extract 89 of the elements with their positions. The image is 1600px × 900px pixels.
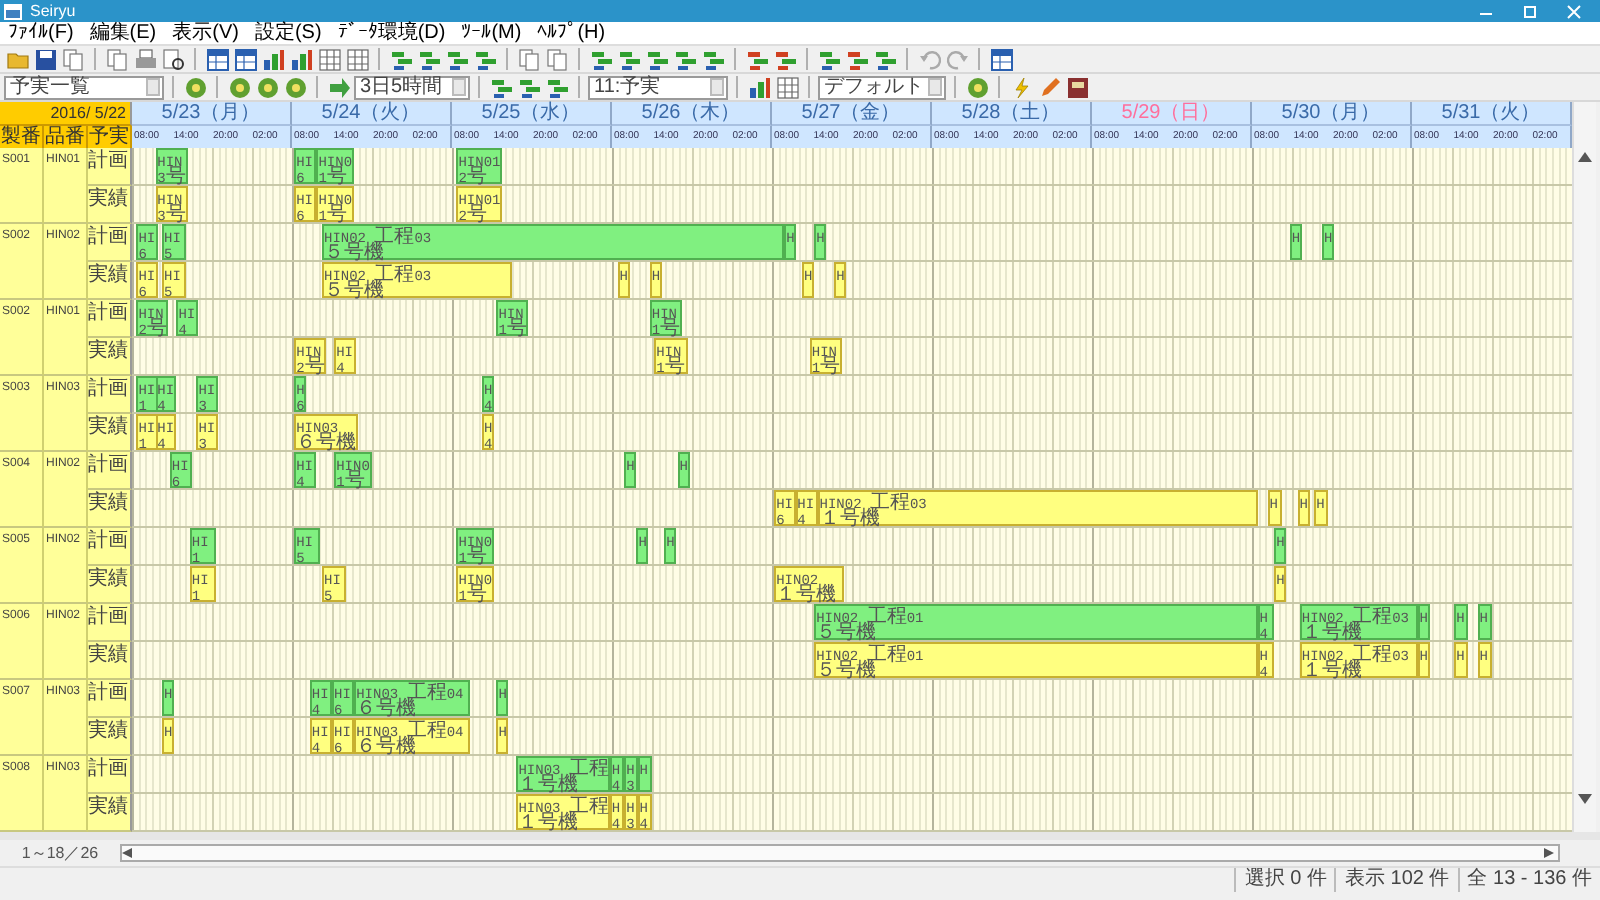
row-type-label: 計画 [88, 148, 132, 186]
book-icon[interactable] [1064, 74, 1090, 100]
gantt-icon[interactable] [544, 74, 570, 100]
bar-chart-icon[interactable] [288, 46, 314, 72]
column-header[interactable]: 予実 [88, 126, 132, 148]
gantt-icon[interactable] [444, 46, 470, 72]
disc-icon[interactable] [964, 74, 990, 100]
table-icon[interactable] [204, 46, 230, 72]
dropdown[interactable]: 予実一覧 [4, 75, 164, 99]
scroll-up-icon[interactable] [1578, 152, 1592, 163]
grid-icon[interactable] [774, 74, 800, 100]
date-header: 5/25（水） [452, 102, 612, 126]
date-header: 5/29（日） [1092, 102, 1252, 126]
gantt-icon[interactable] [772, 46, 798, 72]
gantt-icon[interactable] [588, 46, 614, 72]
arrow-icon[interactable] [326, 74, 352, 100]
dropdown[interactable]: デフォルト [818, 75, 946, 99]
date-header: 5/28（土） [932, 102, 1092, 126]
scroll-left-icon[interactable] [122, 848, 136, 858]
bar-chart-icon[interactable] [746, 74, 772, 100]
row-type-label: 計画 [88, 224, 132, 262]
date-header: 5/23（月） [132, 102, 292, 126]
disc-icon[interactable] [282, 74, 308, 100]
menu-item[interactable]: ﾌｧｲﾙ(F) [0, 22, 82, 44]
row-type-label: 計画 [88, 376, 132, 414]
gantt-icon[interactable] [816, 46, 842, 72]
row-type-label: 計画 [88, 452, 132, 490]
bar-chart-icon[interactable] [260, 46, 286, 72]
row-type-label: 実績 [88, 642, 132, 680]
menu-item[interactable]: ﾍﾙﾌﾟ(H) [529, 22, 614, 44]
row-type-label: 計画 [88, 528, 132, 566]
date-header: 5/27（金） [772, 102, 932, 126]
dropdown[interactable]: 3日5時間 [354, 75, 470, 99]
gantt-icon[interactable] [844, 46, 870, 72]
row-type-label: 実績 [88, 490, 132, 528]
grid-icon[interactable] [316, 46, 342, 72]
status-text: 表示 102 件 [1334, 868, 1458, 892]
gantt-icon[interactable] [616, 46, 642, 72]
row-type-label: 実績 [88, 566, 132, 604]
date-header: 5/31（火） [1412, 102, 1572, 126]
menu-item[interactable]: 編集(E) [81, 22, 165, 44]
vertical-scrollbar[interactable] [1572, 102, 1596, 832]
column-header[interactable]: 製番 [0, 126, 44, 148]
menu-item[interactable]: 設定(S) [246, 22, 330, 44]
gantt-icon[interactable] [700, 46, 726, 72]
table-icon[interactable] [232, 46, 258, 72]
date-header: 5/26（木） [612, 102, 772, 126]
record-range: 1～18／26 [19, 842, 101, 866]
status-text: 選択 0 件 [1234, 868, 1335, 892]
dropdown[interactable]: 11:予実 [588, 75, 728, 99]
row-type-label: 計画 [88, 756, 132, 794]
gantt-icon[interactable] [472, 46, 498, 72]
row-type-label: 実績 [88, 186, 132, 224]
gantt-icon[interactable] [516, 74, 542, 100]
disk-icon[interactable] [32, 46, 58, 72]
scroll-down-icon[interactable] [1578, 794, 1592, 805]
status-text: 全 13 - 136 件 [1457, 868, 1600, 892]
row-type-label: 実績 [88, 414, 132, 452]
gantt-icon[interactable] [416, 46, 442, 72]
row-type-label: 計画 [88, 680, 132, 718]
row-type-label: 実績 [88, 718, 132, 756]
row-type-label: 計画 [88, 300, 132, 338]
gantt-icon[interactable] [388, 46, 414, 72]
date-header: 5/24（火） [292, 102, 452, 126]
gantt-icon[interactable] [644, 46, 670, 72]
row-type-label: 実績 [88, 794, 132, 832]
menu-item[interactable]: ﾂｰﾙ(M) [453, 22, 530, 44]
base-date: 2016/ 5/22 [0, 102, 132, 126]
close-icon[interactable] [1564, 3, 1584, 19]
maximize-icon[interactable] [1520, 3, 1540, 19]
menu-item[interactable]: ﾃﾞｰﾀ環境(D) [329, 22, 454, 44]
row-type-label: 実績 [88, 262, 132, 300]
row-type-label: 実績 [88, 338, 132, 376]
date-header: 5/30（月） [1252, 102, 1412, 126]
column-header[interactable]: 品番 [44, 126, 88, 148]
disc-icon[interactable] [226, 74, 252, 100]
window-title: Seiryu [30, 0, 76, 22]
gantt-icon[interactable] [672, 46, 698, 72]
table-icon[interactable] [988, 46, 1014, 72]
row-type-label: 計画 [88, 604, 132, 642]
gantt-icon[interactable] [744, 46, 770, 72]
menu-item[interactable]: 表示(V) [164, 22, 247, 44]
gantt-icon[interactable] [872, 46, 898, 72]
grid-icon[interactable] [344, 46, 370, 72]
disc-icon[interactable] [254, 74, 280, 100]
horizontal-scrollbar[interactable] [120, 844, 1560, 862]
preview-icon[interactable] [160, 46, 186, 72]
scroll-right-icon[interactable] [1544, 848, 1558, 858]
gantt-icon[interactable] [488, 74, 514, 100]
